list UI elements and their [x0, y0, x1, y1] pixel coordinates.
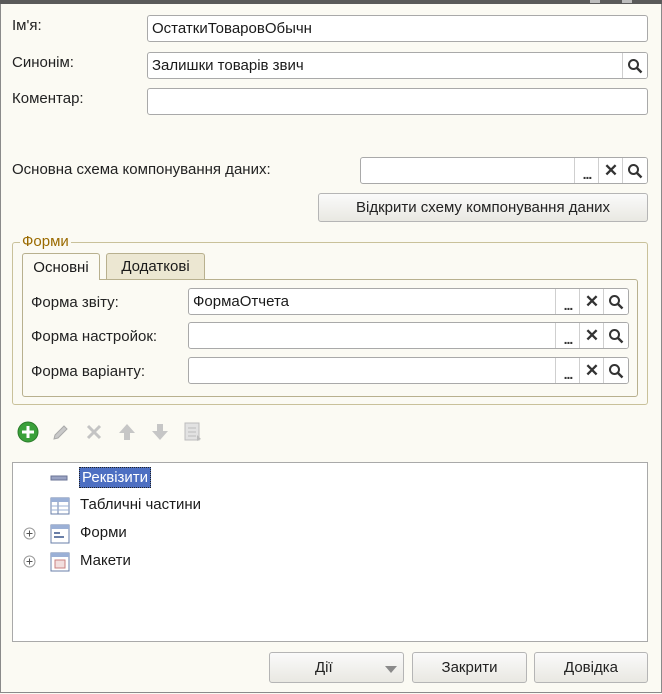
search-icon	[609, 294, 624, 309]
tree-item-label: Макети	[80, 552, 131, 569]
edit-icon[interactable]	[50, 421, 72, 443]
report-form-value: ФормаОтчета	[193, 293, 289, 310]
variant-form-select-button[interactable]: ...	[555, 358, 580, 383]
metadata-tree[interactable]: Реквізити Табличні частини Форми Макети	[12, 462, 648, 642]
report-form-label: Форма звіту:	[31, 294, 119, 311]
ellipsis-icon: ...	[563, 365, 574, 382]
move-down-icon[interactable]	[149, 421, 171, 443]
settings-form-field[interactable]: ... ✕	[188, 322, 629, 349]
settings-form-label: Форма настройок:	[31, 328, 158, 345]
close-button[interactable]: Закрити	[412, 652, 527, 683]
tree-item-label: Форми	[80, 524, 127, 541]
search-icon	[628, 163, 643, 178]
attribute-icon	[50, 475, 68, 481]
report-form-search-button[interactable]	[603, 289, 628, 314]
variant-form-search-button[interactable]	[603, 358, 628, 383]
settings-form-select-button[interactable]: ...	[555, 323, 580, 348]
comment-field[interactable]	[147, 88, 648, 115]
help-button[interactable]: Довідка	[534, 652, 648, 683]
schema-field[interactable]: ... ✕	[360, 157, 648, 184]
actions-label: Дії	[315, 659, 333, 676]
add-icon[interactable]	[17, 421, 39, 443]
schema-label: Основна схема компонування даних:	[12, 161, 271, 178]
chevron-down-icon	[385, 666, 397, 673]
tree-item-tabular-sections[interactable]: Табличні частини	[13, 493, 647, 519]
name-label: Ім'я:	[12, 17, 42, 34]
tree-item-label: Реквізити	[79, 467, 152, 488]
tab-main[interactable]: Основні	[22, 253, 100, 280]
form-icon	[50, 524, 70, 544]
close-icon: ✕	[584, 326, 600, 345]
variant-form-label: Форма варіанту:	[31, 363, 146, 380]
actions-button[interactable]: Дії	[269, 652, 404, 683]
variant-form-field[interactable]: ... ✕	[188, 357, 629, 384]
move-up-icon[interactable]	[116, 421, 138, 443]
tree-item-attributes[interactable]: Реквізити	[13, 465, 647, 491]
window-control-icon[interactable]	[622, 0, 632, 3]
ellipsis-icon: ...	[582, 165, 593, 182]
synonym-label: Синонім:	[12, 54, 74, 71]
synonym-value: Залишки товарів звич	[152, 57, 304, 74]
variant-form-clear-button[interactable]: ✕	[579, 358, 604, 383]
schema-search-button[interactable]	[622, 158, 647, 183]
ellipsis-icon: ...	[563, 330, 574, 347]
ellipsis-icon: ...	[563, 296, 574, 313]
search-icon	[609, 363, 624, 378]
report-form-select-button[interactable]: ...	[555, 289, 580, 314]
sort-icon[interactable]	[182, 421, 204, 443]
schema-clear-button[interactable]: ✕	[598, 158, 623, 183]
search-icon	[609, 328, 624, 343]
close-icon: ✕	[603, 161, 619, 180]
expand-icon	[23, 555, 36, 568]
close-icon: ✕	[584, 361, 600, 380]
window-control-icon[interactable]	[590, 0, 600, 3]
name-field[interactable]: ОстаткиТоваровОбычн	[147, 15, 648, 42]
synonym-search-button[interactable]	[622, 53, 647, 78]
expand-icon	[23, 527, 36, 540]
forms-group-title: Форми	[20, 233, 71, 250]
tree-item-label: Табличні частини	[80, 496, 202, 513]
comment-label: Коментар:	[12, 90, 84, 107]
close-icon: ✕	[584, 292, 600, 311]
delete-icon[interactable]	[83, 421, 105, 443]
settings-form-search-button[interactable]	[603, 323, 628, 348]
template-icon	[50, 552, 70, 572]
schema-select-button[interactable]: ...	[574, 158, 599, 183]
tree-item-forms[interactable]: Форми	[13, 521, 647, 547]
report-form-clear-button[interactable]: ✕	[579, 289, 604, 314]
table-icon	[50, 497, 70, 515]
report-form-field[interactable]: ФормаОтчета ... ✕	[188, 288, 629, 315]
search-icon	[628, 58, 643, 73]
synonym-field[interactable]: Залишки товарів звич	[147, 52, 648, 79]
tree-item-templates[interactable]: Макети	[13, 549, 647, 575]
settings-form-clear-button[interactable]: ✕	[579, 323, 604, 348]
open-schema-button[interactable]: Відкрити схему компонування даних	[318, 193, 648, 222]
tab-additional[interactable]: Додаткові	[106, 253, 205, 279]
